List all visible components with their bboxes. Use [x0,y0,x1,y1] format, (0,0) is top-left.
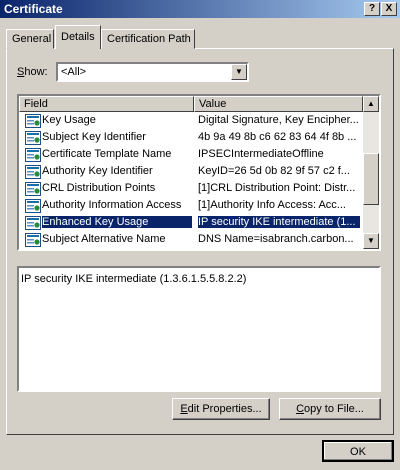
list-item[interactable]: Key Usage Digital Signature, Key Encipher… [19,113,363,130]
list-item-field: Certificate Template Name [42,148,172,160]
list-item-value: IP security IKE intermediate (1... [198,216,360,228]
list-item[interactable]: Enhanced Key Usage IP security IKE interm… [19,215,363,232]
list-item-field: Key Usage [42,114,96,126]
copy-to-file-button[interactable]: Copy to File... [279,398,381,420]
list-item[interactable]: Authority Information Access [1]Authority… [19,198,363,215]
certificate-field-icon [25,114,41,128]
list-item-value: [1]CRL Distribution Point: Distr... [198,182,356,194]
scroll-thumb[interactable] [363,153,379,205]
edit-properties-button[interactable]: Edit Properties... [172,398,270,420]
help-button[interactable]: ? [364,2,380,16]
list-item-value: KeyID=26 5d 0b 82 9f 57 c2 f... [198,165,350,177]
list-scrollbar[interactable]: ▲ ▼ [363,96,379,249]
list-item-value: [1]Authority Info Access: Acc... [198,199,346,211]
list-item-value: Digital Signature, Key Encipher... [198,114,359,126]
certificate-field-icon [25,199,41,213]
list-item-field: Subject Key Identifier [42,131,146,143]
show-dropdown-value: <All> [61,66,87,78]
fields-list[interactable]: Field Value Key Usage Digital Signature, … [17,94,381,251]
certificate-field-icon [25,233,41,247]
list-item-value: IPSECIntermediateOffline [198,148,324,160]
list-rows: Key Usage Digital Signature, Key Encipher… [19,113,363,249]
list-item[interactable]: Subject Key Identifier 4b 9a 49 8b c6 62 … [19,130,363,147]
field-detail-box[interactable]: IP security IKE intermediate (1.3.6.1.5.… [17,266,381,392]
certificate-field-icon [25,165,41,179]
chevron-down-icon[interactable]: ▼ [231,64,247,80]
show-label: Show: [17,66,48,78]
close-button[interactable]: X [381,2,397,16]
list-item-value: 4b 9a 49 8b c6 62 83 64 4f 8b ... [198,131,357,143]
list-item-field: Authority Information Access [42,199,182,211]
tab-general[interactable]: General [6,29,54,49]
window-title: Certificate [4,2,63,16]
list-header: Field Value [19,96,363,112]
scroll-down-icon[interactable]: ▼ [363,233,379,249]
list-item-field: Enhanced Key Usage [42,216,192,228]
list-item-value: DNS Name=isabranch.carbon... [198,233,354,245]
list-item-field: Subject Alternative Name [42,233,166,245]
list-item-field: CRL Distribution Points [42,182,156,194]
certificate-field-icon [25,216,41,230]
certificate-field-icon [25,182,41,196]
column-header-value[interactable]: Value [194,96,363,112]
certificate-field-icon [25,148,41,162]
field-detail-text: IP security IKE intermediate (1.3.6.1.5.… [21,273,247,285]
list-item[interactable]: Authority Key Identifier KeyID=26 5d 0b 8… [19,164,363,181]
scroll-up-icon[interactable]: ▲ [363,96,379,112]
column-header-field[interactable]: Field [19,96,194,112]
certificate-field-icon [25,131,41,145]
list-item[interactable]: CRL Distribution Points [1]CRL Distributi… [19,181,363,198]
title-bar: Certificate ? X [0,0,400,18]
list-item[interactable]: Subject Alternative Name DNS Name=isabran… [19,232,363,249]
ok-button[interactable]: OK [322,440,394,462]
tab-certification-path[interactable]: Certification Path [101,29,195,49]
show-dropdown[interactable]: <All> ▼ [56,62,249,82]
list-item-field: Authority Key Identifier [42,165,153,177]
list-item[interactable]: Certificate Template Name IPSECIntermedia… [19,147,363,164]
tab-details[interactable]: Details [55,25,101,49]
